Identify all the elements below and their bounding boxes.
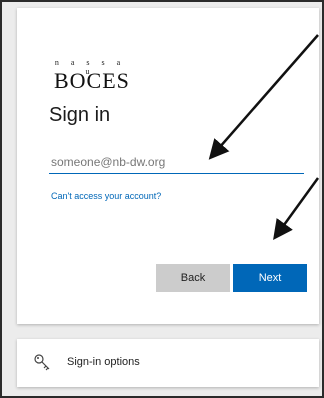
sign-in-options-label: Sign-in options	[67, 356, 140, 368]
sign-in-card: n a s s a u BOCES Sign in Can't access y…	[17, 8, 319, 324]
sign-in-options-button[interactable]: Sign-in options	[17, 339, 319, 387]
logo-main-text: BOCES	[54, 68, 130, 93]
boces-logo: n a s s a u BOCES	[54, 58, 130, 98]
key-icon	[33, 353, 51, 371]
email-field[interactable]	[49, 150, 304, 174]
back-button[interactable]: Back	[156, 264, 230, 292]
next-button[interactable]: Next	[233, 264, 307, 292]
cant-access-link[interactable]: Can't access your account?	[51, 191, 161, 201]
page-title: Sign in	[49, 104, 111, 126]
